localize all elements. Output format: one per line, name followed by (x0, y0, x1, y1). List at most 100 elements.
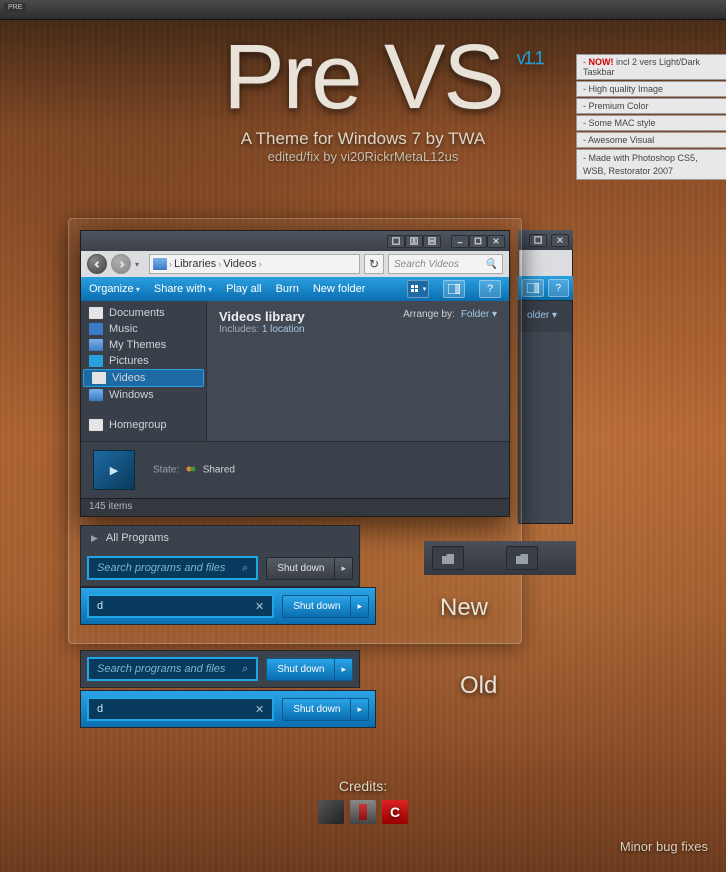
feature-item: - Made with Photoshop CS5, WSB, Restorat… (576, 149, 726, 180)
chevron-right-icon[interactable]: ▸ (350, 698, 369, 721)
theme-name: Pre VS v1.1 (223, 36, 502, 119)
layout-icon[interactable] (405, 235, 423, 248)
feature-item: - Awesome Visual (576, 132, 726, 148)
feature-item: - Premium Color (576, 98, 726, 114)
pre-badge: PRE (4, 3, 26, 12)
search-icon: ⌕ (242, 562, 248, 575)
taskbar-explorer-icon[interactable] (432, 546, 464, 570)
sharewith-button[interactable]: Share with (154, 283, 212, 295)
library-icon (153, 258, 167, 270)
start-search-input[interactable]: d✕ (87, 697, 274, 721)
credit-icon[interactable]: C (382, 800, 408, 824)
address-bar: ▾ › Libraries › Videos › ↻ Search Videos… (81, 251, 509, 277)
maximize-button[interactable] (529, 234, 547, 247)
close-button[interactable] (487, 235, 505, 248)
pictures-icon (89, 355, 103, 367)
command-bar: Organize Share with Play all Burn New fo… (81, 277, 509, 301)
credits-heading: Credits: (0, 778, 726, 794)
burn-button[interactable]: Burn (276, 283, 299, 295)
sidebar-item-mythemes[interactable]: My Themes (81, 337, 206, 353)
close-button[interactable] (551, 234, 569, 247)
organize-button[interactable]: Organize (89, 283, 140, 295)
taskbar-new[interactable] (424, 541, 576, 575)
feature-item: - NOW! incl 2 vers Light/Dark Taskbar (576, 54, 726, 80)
search-icon: ⌕ (242, 663, 248, 676)
sidebar-item-windows[interactable]: Windows (81, 387, 206, 403)
search-icon: 🔍 (485, 259, 497, 270)
credits-block: Credits: C (0, 778, 726, 824)
chevron-right-icon[interactable]: ▸ (334, 658, 353, 681)
content-pane: Videos library Includes: 1 location Arra… (206, 301, 509, 441)
library-thumbnail (93, 450, 135, 490)
search-input[interactable]: Search Videos 🔍 (388, 254, 503, 274)
sidebar-item-documents[interactable]: Documents (81, 305, 206, 321)
explorer-window: ▾ › Libraries › Videos › ↻ Search Videos… (80, 230, 510, 517)
homegroup-icon (89, 419, 103, 431)
folder-icon (89, 389, 103, 401)
sidebar-item-music[interactable]: Music (81, 321, 206, 337)
start-menu-footer-old: Search programs and files⌕ Shut down▸ (80, 650, 360, 688)
sidebar-item-pictures[interactable]: Pictures (81, 353, 206, 369)
credit-icon[interactable] (318, 800, 344, 824)
layout-icon[interactable] (387, 235, 405, 248)
chevron-right-icon[interactable]: ▸ (350, 595, 369, 618)
item-count: 145 items (89, 501, 132, 512)
shutdown-button[interactable]: Shut down▸ (282, 594, 369, 618)
maximize-button[interactable] (469, 235, 487, 248)
shutdown-button[interactable]: Shut down▸ (266, 657, 353, 681)
folder-icon (89, 339, 103, 351)
start-menu-footer-old-active: d✕ Shut down▸ (80, 690, 376, 728)
newfolder-button[interactable]: New folder (313, 283, 366, 295)
arrange-by[interactable]: Arrange by: Folder ▾ (403, 309, 497, 320)
shared-icon (185, 464, 197, 476)
library-title: Videos library (219, 309, 305, 324)
window-titlebar[interactable] (81, 231, 509, 251)
start-search-input[interactable]: Search programs and files⌕ (87, 556, 258, 580)
music-icon (89, 323, 103, 335)
locations-link[interactable]: 1 location (262, 324, 305, 335)
shutdown-button[interactable]: Shut down▸ (266, 556, 353, 580)
now-badge: NOW! (589, 57, 614, 67)
chevron-right-icon[interactable]: ▸ (334, 557, 353, 580)
layout-icon[interactable] (423, 235, 441, 248)
preview-pane-button[interactable] (443, 280, 465, 298)
feature-item: - High quality Image (576, 81, 726, 97)
sidebar-item-videos[interactable]: Videos (83, 369, 204, 387)
credit-icon[interactable] (350, 800, 376, 824)
all-programs[interactable]: ▶All Programs (81, 526, 359, 550)
feature-item: - Some MAC style (576, 115, 726, 131)
crumb-current[interactable]: Videos (223, 258, 256, 270)
preview-pane-icon[interactable] (522, 279, 544, 297)
start-search-input[interactable]: Search programs and files⌕ (87, 657, 258, 681)
help-icon[interactable]: ? (548, 279, 570, 297)
history-dropdown[interactable]: ▾ (135, 260, 145, 269)
shutdown-button[interactable]: Shut down▸ (282, 697, 369, 721)
back-button[interactable] (87, 254, 107, 274)
minimize-button[interactable] (451, 235, 469, 248)
document-icon (89, 307, 103, 319)
minor-bugfix-label: Minor bug fixes (620, 839, 708, 854)
version-tag: v1.1 (517, 50, 543, 66)
taskbar-explorer-icon[interactable] (506, 546, 538, 570)
promo-top-bar: PRE (0, 0, 726, 20)
crumb-root[interactable]: Libraries (174, 258, 216, 270)
breadcrumb[interactable]: › Libraries › Videos › (149, 254, 360, 274)
label-new: New (440, 594, 488, 622)
start-search-input[interactable]: d✕ (87, 594, 274, 618)
label-old: Old (460, 672, 497, 700)
nav-pane: Documents Music My Themes Pictures Video… (81, 301, 206, 441)
clear-icon[interactable]: ✕ (255, 703, 264, 716)
forward-button[interactable] (111, 254, 131, 274)
sidebar-item-homegroup[interactable]: Homegroup (81, 417, 206, 433)
start-menu-footer-new-active: d✕ Shut down▸ (80, 587, 376, 625)
status-bar: 145 items (81, 498, 509, 516)
refresh-button[interactable]: ↻ (364, 254, 384, 274)
feature-list: - NOW! incl 2 vers Light/Dark Taskbar - … (576, 54, 726, 181)
state-value: Shared (203, 465, 235, 476)
start-menu-footer-new: ▶All Programs Search programs and files⌕… (80, 525, 360, 587)
playall-button[interactable]: Play all (226, 283, 261, 295)
videos-icon (92, 372, 106, 384)
view-mode-button[interactable]: ▾ (407, 280, 429, 298)
help-button[interactable]: ? (479, 280, 501, 298)
clear-icon[interactable]: ✕ (255, 600, 264, 613)
